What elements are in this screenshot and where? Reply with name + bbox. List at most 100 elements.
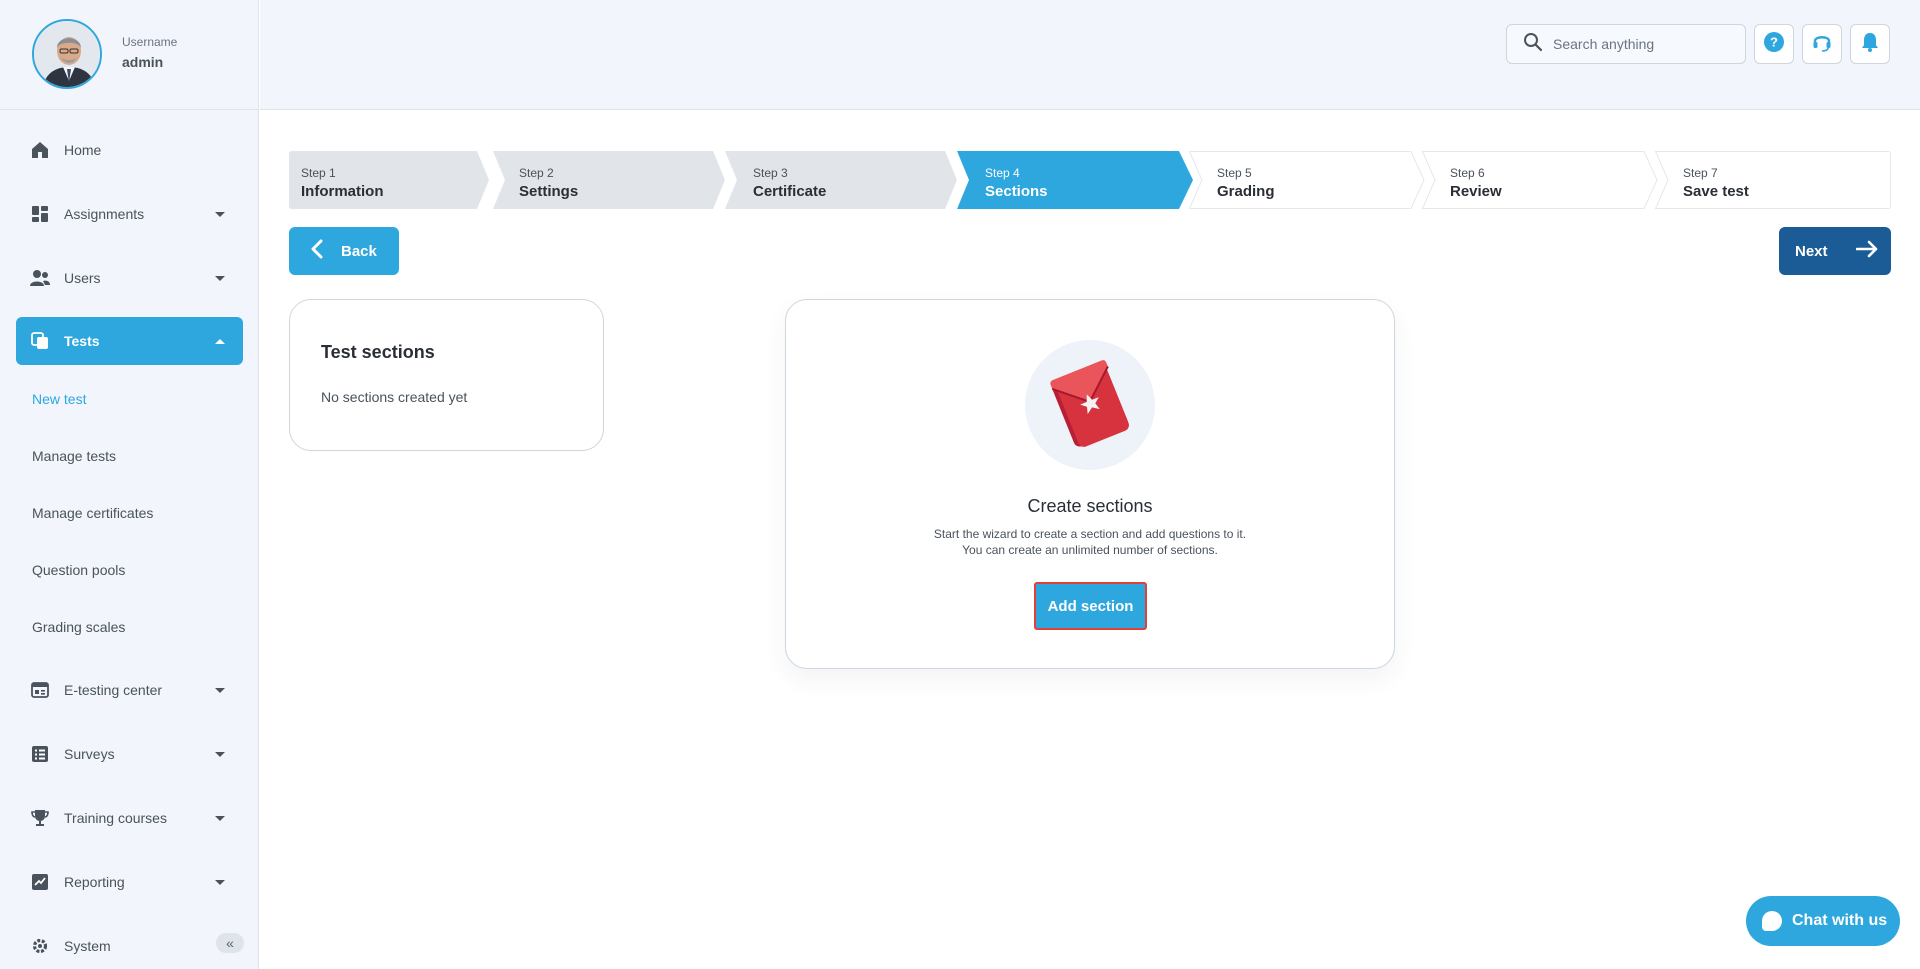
support-button[interactable]	[1802, 24, 1842, 64]
chevron-down-icon	[215, 687, 225, 693]
step-4-sections[interactable]: Step 4 Sections	[957, 151, 1193, 209]
step-number: Step 6	[1450, 166, 1485, 180]
e-testing-icon	[30, 680, 50, 700]
step-shape	[957, 151, 1193, 209]
chat-label: Chat with us	[1792, 912, 1888, 929]
test-sections-title: Test sections	[321, 342, 435, 362]
step-name: Save test	[1683, 183, 1749, 200]
trophy-icon	[30, 808, 50, 828]
sidebar-item-assignments[interactable]: Assignments	[16, 190, 243, 238]
sidebar-item-label: Reporting	[64, 874, 125, 890]
sidebar-item-label: Surveys	[64, 746, 115, 762]
sidebar-item-label: E-testing center	[64, 682, 163, 698]
sidebar-item-label: Users	[64, 270, 101, 286]
step-shape	[289, 151, 489, 209]
step-shape	[725, 151, 957, 209]
step-number: Step 5	[1217, 166, 1252, 180]
test-sections-card: Test sections No sections created yet	[289, 299, 604, 451]
sidebar-item-system[interactable]: System	[16, 922, 243, 969]
step-1-information[interactable]: Step 1 Information	[289, 151, 489, 209]
step-name: Information	[301, 183, 384, 200]
step-name: Certificate	[753, 183, 827, 200]
step-name: Grading	[1217, 183, 1275, 200]
step-name: Settings	[519, 183, 579, 200]
top-header: ?	[260, 0, 1920, 110]
step-number: Step 4	[985, 166, 1020, 180]
headset-icon	[1811, 31, 1833, 58]
section-illustration	[1025, 340, 1155, 470]
home-icon	[30, 140, 50, 160]
chevron-down-icon	[215, 751, 225, 757]
tests-icon	[30, 331, 50, 351]
bell-icon	[1859, 31, 1881, 58]
arrow-right-icon	[1855, 240, 1878, 262]
sidebar: Username admin Home Assignments Users Te…	[0, 0, 259, 969]
user-profile: Username admin	[0, 0, 259, 110]
sidebar-item-label: Training courses	[64, 810, 167, 826]
reporting-icon	[30, 872, 50, 892]
sidebar-item-reporting[interactable]: Reporting	[16, 858, 243, 906]
step-7-save-test[interactable]: Step 7 Save test	[1655, 151, 1891, 209]
chevron-left-icon	[311, 239, 323, 263]
chevron-down-icon	[215, 275, 225, 281]
users-icon	[30, 268, 50, 288]
add-section-button[interactable]: Add section	[1034, 582, 1147, 630]
step-number: Step 7	[1683, 166, 1718, 180]
chat-with-us-button[interactable]: Chat with us	[1746, 896, 1900, 946]
help-button[interactable]: ?	[1754, 24, 1794, 64]
empty-sections-text: No sections created yet	[321, 389, 468, 405]
sidebar-item-e-testing-center[interactable]: E-testing center	[16, 666, 243, 714]
search-input[interactable]	[1553, 36, 1733, 52]
back-button[interactable]: Back	[289, 227, 399, 275]
sidebar-item-label: Tests	[64, 333, 100, 349]
sidebar-item-home[interactable]: Home	[16, 126, 243, 174]
username-label: Username	[122, 35, 178, 49]
step-shape	[493, 151, 725, 209]
surveys-icon	[30, 744, 50, 764]
step-shape	[1189, 151, 1425, 209]
create-sections-title: Create sections	[1027, 496, 1153, 516]
sidebar-subitem-new-test[interactable]: New test	[32, 391, 86, 407]
chat-bubble-icon	[1762, 911, 1782, 931]
sidebar-item-tests[interactable]: Tests	[16, 317, 243, 365]
description-line-2: You can create an unlimited number of se…	[962, 543, 1218, 557]
step-name: Review	[1450, 183, 1502, 200]
description-line-1: Start the wizard to create a section and…	[933, 527, 1247, 541]
folder-star-icon	[1050, 360, 1129, 447]
svg-text:?: ?	[1770, 34, 1778, 49]
sidebar-item-label: Assignments	[64, 206, 145, 222]
search-box[interactable]	[1506, 24, 1746, 64]
chevron-down-icon	[215, 211, 225, 217]
step-number: Step 2	[519, 166, 554, 180]
create-sections-card: Create sections Start the wizard to crea…	[785, 299, 1395, 669]
username-value: admin	[122, 54, 164, 70]
gear-icon	[30, 936, 50, 956]
step-name: Sections	[985, 183, 1048, 200]
chevron-up-icon	[215, 338, 225, 344]
sidebar-subitem-manage-tests[interactable]: Manage tests	[32, 448, 116, 464]
chevron-down-icon	[215, 879, 225, 885]
next-button-label: Next	[1795, 242, 1828, 260]
step-number: Step 1	[301, 166, 336, 180]
assignments-icon	[30, 204, 50, 224]
sidebar-item-training-courses[interactable]: Training courses	[16, 794, 243, 842]
sidebar-subitem-manage-certificates[interactable]: Manage certificates	[32, 505, 153, 521]
step-number: Step 3	[753, 166, 788, 180]
notifications-button[interactable]	[1850, 24, 1890, 64]
collapse-sidebar-button[interactable]: «	[216, 933, 244, 953]
avatar[interactable]	[32, 19, 102, 89]
step-shape	[1422, 151, 1658, 209]
step-shape	[1655, 151, 1891, 209]
help-icon: ?	[1763, 31, 1785, 58]
sidebar-item-surveys[interactable]: Surveys	[16, 730, 243, 778]
back-button-label: Back	[341, 242, 377, 260]
create-sections-description: Start the wizard to create a section and…	[786, 526, 1394, 558]
step-2-settings[interactable]: Step 2 Settings	[493, 151, 725, 209]
step-6-review[interactable]: Step 6 Review	[1422, 151, 1658, 209]
sidebar-subitem-question-pools[interactable]: Question pools	[32, 562, 125, 578]
sidebar-subitem-grading-scales[interactable]: Grading scales	[32, 619, 125, 635]
next-button[interactable]: Next	[1779, 227, 1891, 275]
step-3-certificate[interactable]: Step 3 Certificate	[725, 151, 957, 209]
sidebar-item-users[interactable]: Users	[16, 254, 243, 302]
step-5-grading[interactable]: Step 5 Grading	[1189, 151, 1425, 209]
